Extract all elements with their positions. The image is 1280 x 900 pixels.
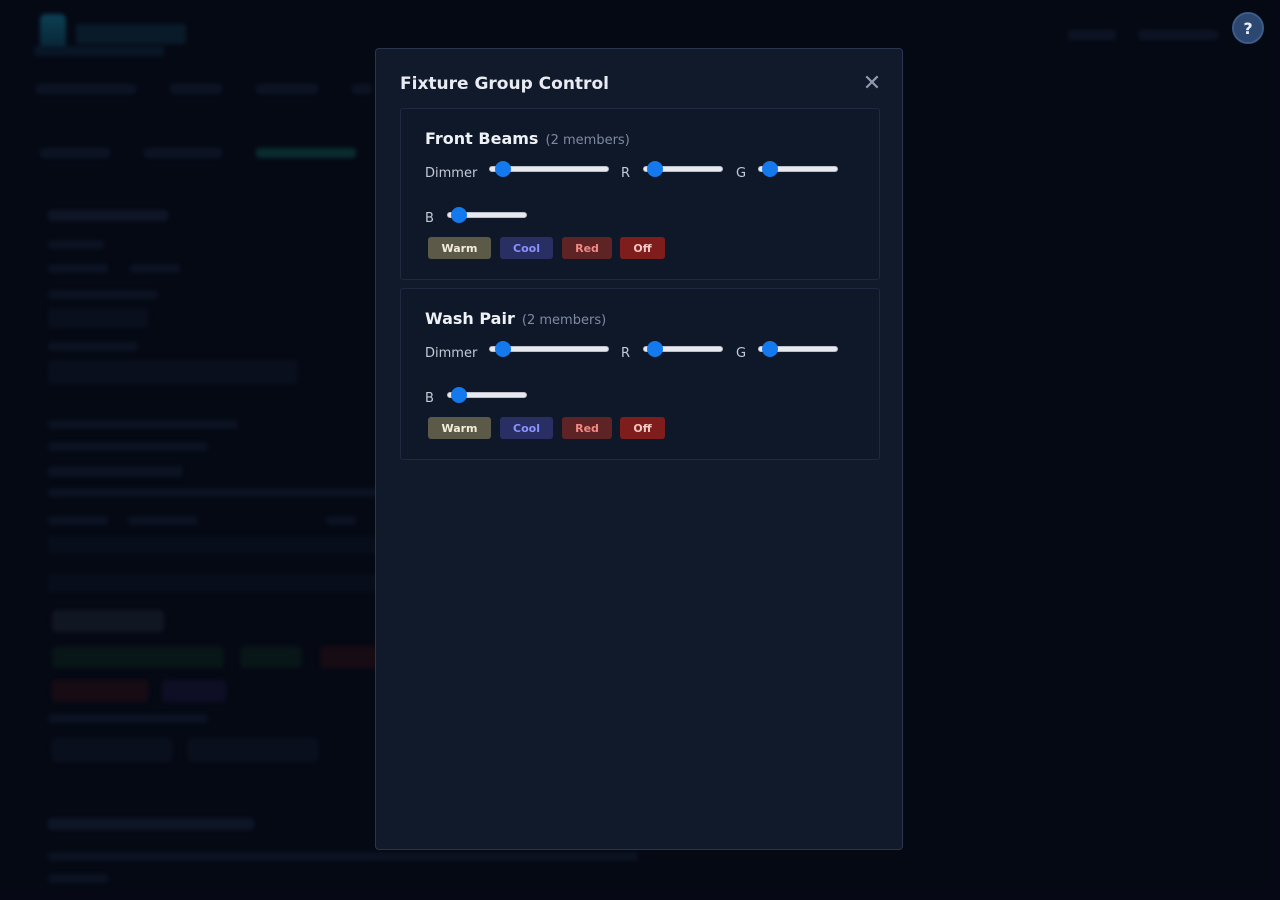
preset-red-button[interactable]: Red xyxy=(562,237,612,259)
close-icon[interactable]: ✕ xyxy=(860,71,884,96)
red-label: R xyxy=(621,346,631,361)
green-slider[interactable] xyxy=(758,161,838,177)
preset-red-button[interactable]: Red xyxy=(562,417,612,439)
preset-warm-button[interactable]: Warm xyxy=(428,237,491,259)
dimmer-slider[interactable] xyxy=(489,341,609,357)
green-slider[interactable] xyxy=(758,341,838,357)
green-label: G xyxy=(736,346,747,361)
preset-off-button[interactable]: Off xyxy=(620,417,665,439)
modal-title: Fixture Group Control xyxy=(400,74,609,94)
preset-cool-button[interactable]: Cool xyxy=(500,417,553,439)
red-slider[interactable] xyxy=(643,161,723,177)
group-member-count: (2 members) xyxy=(545,133,630,148)
group-member-count: (2 members) xyxy=(521,313,607,328)
preset-warm-button[interactable]: Warm xyxy=(428,417,491,439)
group-card: Wash Pair (2 members) Dimmer R G B Warm … xyxy=(400,288,880,460)
blue-label: B xyxy=(425,391,434,406)
dimmer-label: Dimmer xyxy=(425,346,478,361)
group-header: Front Beams (2 members) xyxy=(425,129,630,148)
blue-slider[interactable] xyxy=(447,207,527,223)
dimmer-label: Dimmer xyxy=(425,166,478,181)
dimmer-slider[interactable] xyxy=(489,161,609,177)
group-card: Front Beams (2 members) Dimmer R G B War… xyxy=(400,108,880,280)
blue-label: B xyxy=(425,211,434,226)
group-header: Wash Pair (2 members) xyxy=(425,309,606,328)
blue-slider[interactable] xyxy=(447,387,527,403)
preset-cool-button[interactable]: Cool xyxy=(500,237,553,259)
group-name: Wash Pair xyxy=(425,309,515,328)
green-label: G xyxy=(736,166,747,181)
fixture-group-control-modal: Fixture Group Control ✕ Front Beams (2 m… xyxy=(375,48,903,850)
help-button[interactable]: ? xyxy=(1232,12,1264,44)
red-slider[interactable] xyxy=(643,341,723,357)
group-name: Front Beams xyxy=(425,129,539,148)
red-label: R xyxy=(621,166,631,181)
preset-off-button[interactable]: Off xyxy=(620,237,665,259)
